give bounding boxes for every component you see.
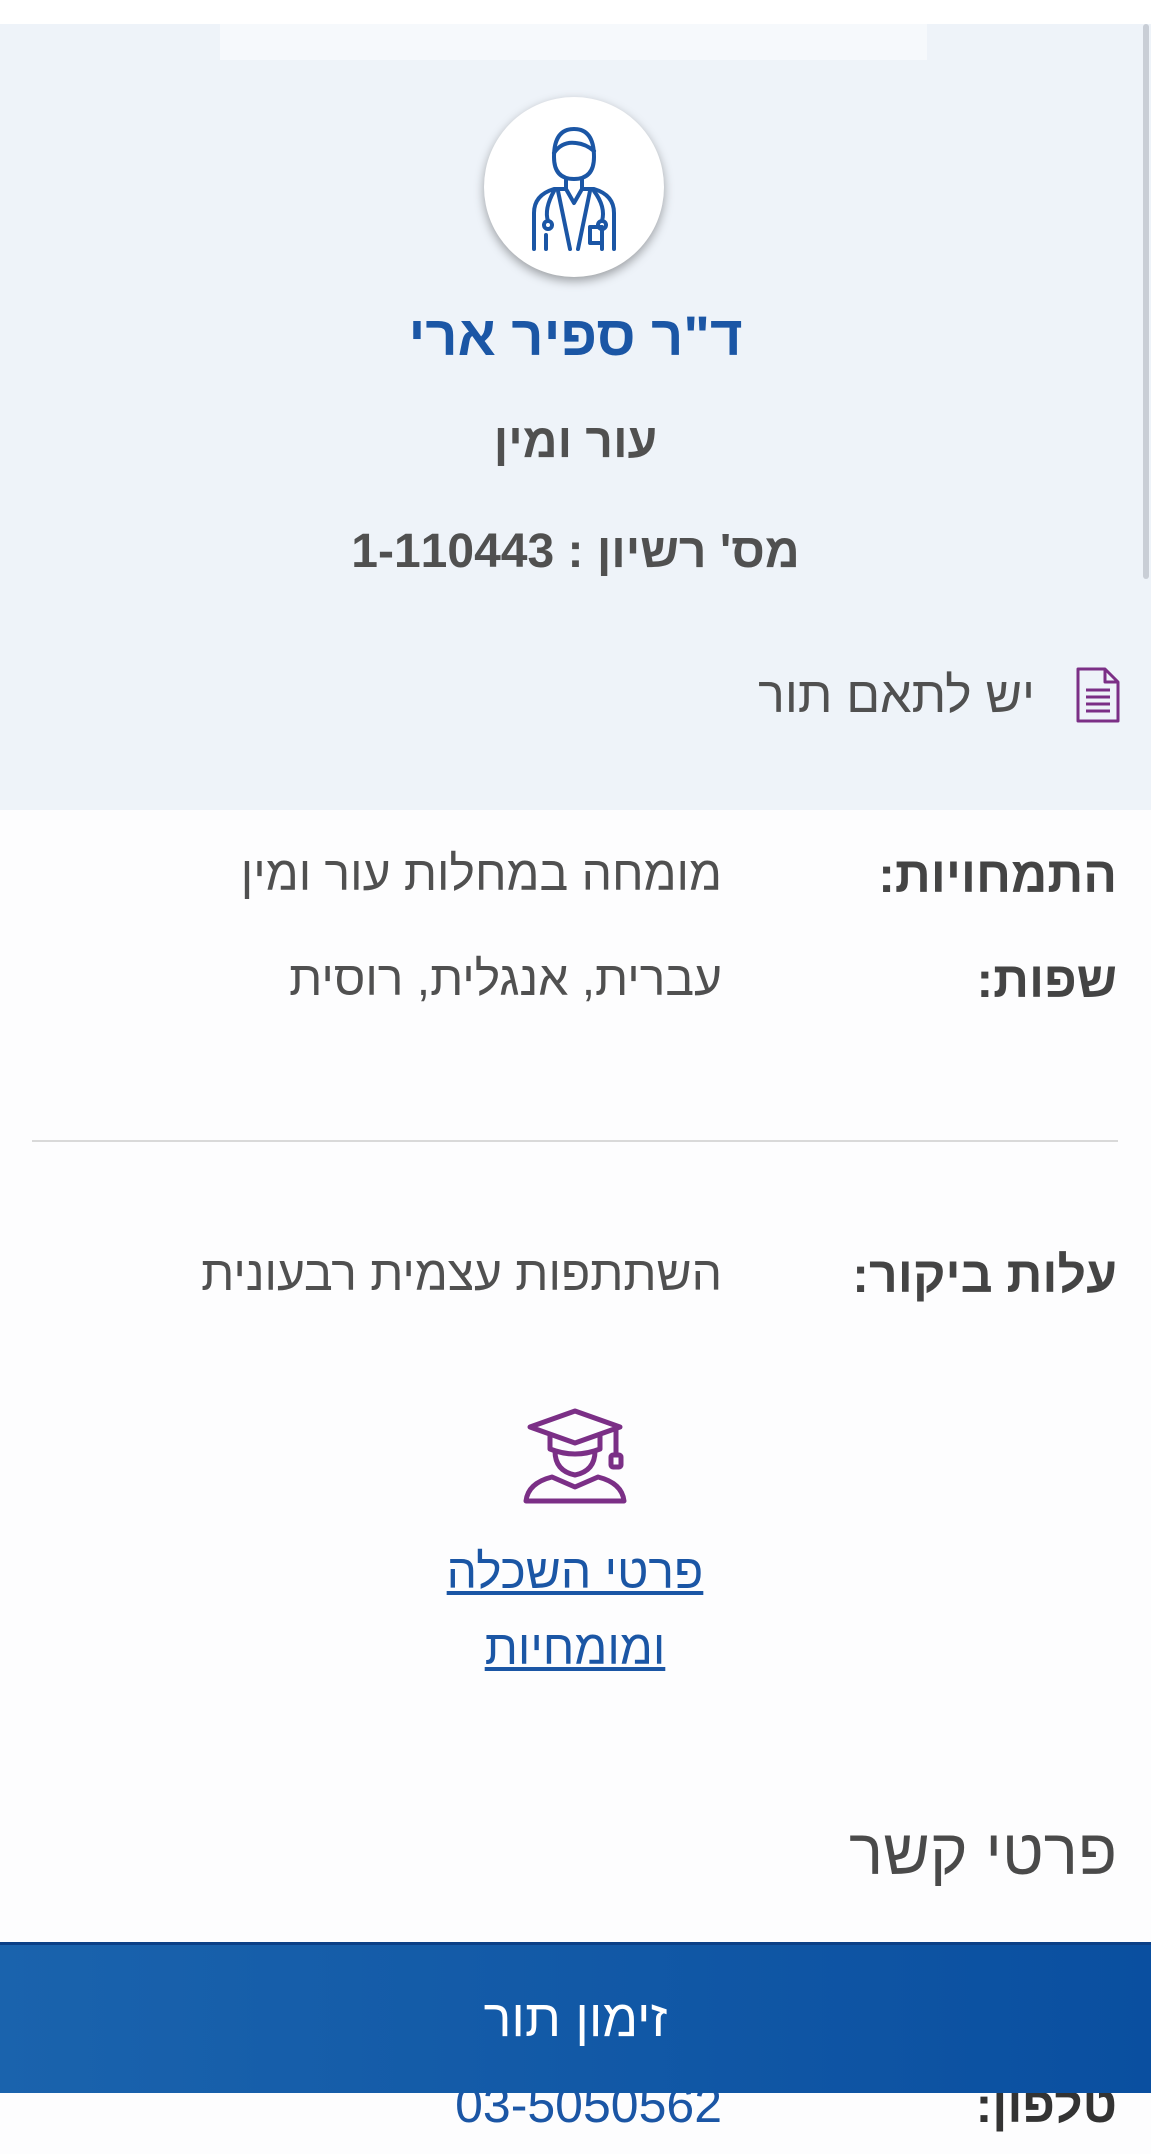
languages-label: שפות: <box>976 952 1117 1008</box>
top-strip <box>0 0 1151 24</box>
license-number: 1-110443 <box>351 525 555 578</box>
book-appointment-button[interactable]: זימון תור <box>0 1942 1151 2093</box>
visit-cost-row: עלות ביקור: השתתפות עצמית רבעונית <box>27 1240 1117 1310</box>
education-details-link[interactable]: פרטי השכלה ומומחיות <box>375 1535 775 1687</box>
coordination-text: יש לתאם תור <box>758 667 1035 723</box>
expertise-value: מומחה במחלות עור ומין <box>240 848 722 901</box>
doctor-icon <box>532 127 616 251</box>
education-link-line1[interactable]: פרטי השכלה <box>375 1535 775 1611</box>
header-tab-strip <box>220 24 927 60</box>
coordination-note: יש לתאם תור <box>758 660 1121 730</box>
contact-section-title: פרטי קשר <box>848 1816 1117 1888</box>
education-link-line2[interactable]: ומומחיות <box>375 1611 775 1687</box>
languages-value: עברית, אנגלית, רוסית <box>289 953 722 1006</box>
license-label: מס' רשיון : <box>567 525 800 578</box>
section-divider <box>32 1140 1118 1142</box>
visit-cost-label: עלות ביקור: <box>852 1247 1117 1303</box>
license-line: מס' רשיון : 1-110443 <box>0 520 1151 584</box>
expertise-row: התמחויות: מומחה במחלות עור ומין <box>27 840 1117 910</box>
doctor-avatar <box>484 97 664 277</box>
doctor-specialty: עור ומין <box>493 415 658 468</box>
document-icon <box>1076 667 1120 723</box>
book-appointment-label[interactable]: זימון תור <box>484 1989 668 2049</box>
doctor-name: ד"ר ספיר ארי <box>408 304 743 367</box>
languages-row: שפות: עברית, אנגלית, רוסית <box>27 945 1117 1015</box>
graduation-cap-icon <box>523 1408 627 1504</box>
expertise-label: התמחויות: <box>878 847 1117 903</box>
visit-cost-value: השתתפות עצמית רבעונית <box>201 1248 722 1301</box>
